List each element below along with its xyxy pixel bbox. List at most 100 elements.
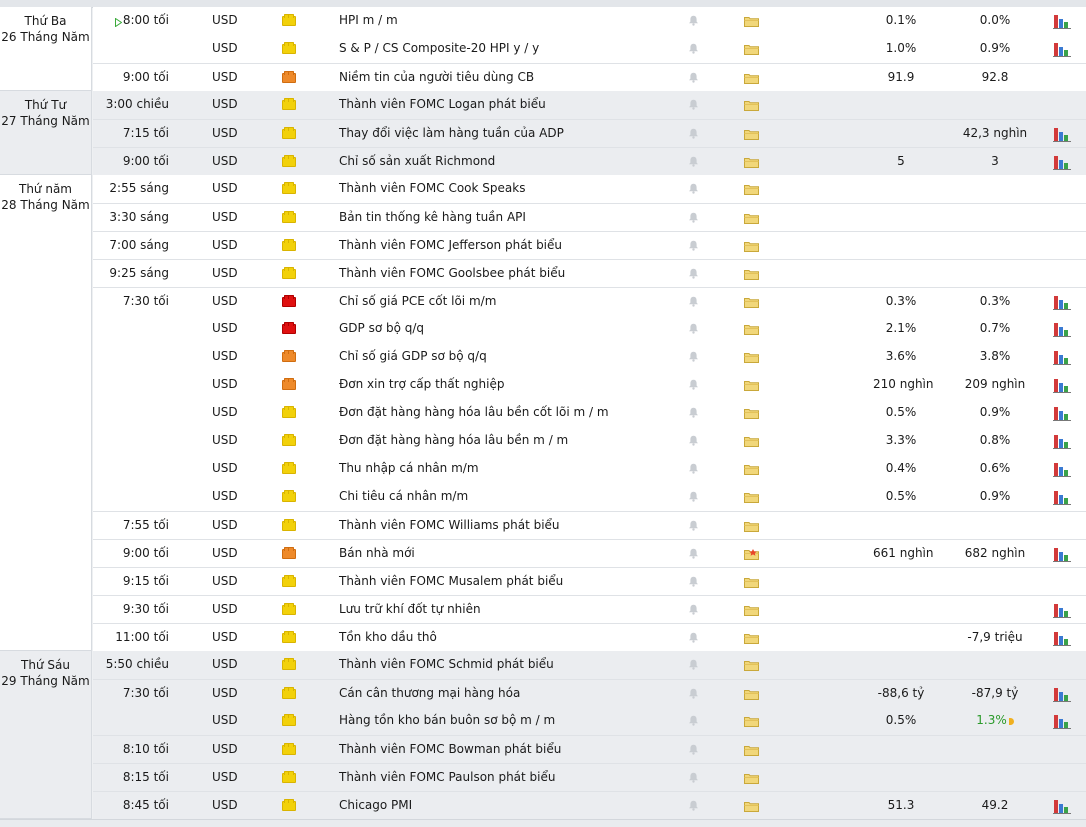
bar-chart-icon[interactable]: [1053, 798, 1071, 814]
event-row[interactable]: 9:00 tối USD Chỉ số sản xuất Richmond 5 3: [93, 147, 1086, 175]
folder-icon[interactable]: [744, 184, 759, 195]
event-title[interactable]: Hàng tồn kho bán buôn sơ bộ m / m: [339, 707, 555, 734]
event-title[interactable]: Thành viên FOMC Goolsbee phát biểu: [339, 260, 565, 287]
bell-icon[interactable]: [688, 688, 699, 699]
folder-icon[interactable]: [744, 492, 759, 503]
event-title[interactable]: Thành viên FOMC Williams phát biểu: [339, 512, 560, 539]
bar-chart-icon[interactable]: [1053, 349, 1071, 365]
folder-icon[interactable]: [744, 464, 759, 475]
event-title[interactable]: Đơn đặt hàng hàng hóa lâu bền cốt lõi m …: [339, 399, 609, 426]
event-title[interactable]: Bán nhà mới: [339, 540, 415, 567]
bell-icon[interactable]: [688, 212, 699, 223]
folder-icon[interactable]: [744, 157, 759, 168]
event-title[interactable]: Đơn đặt hàng hàng hóa lâu bền m / m: [339, 427, 568, 454]
bell-icon[interactable]: [688, 351, 699, 362]
event-row[interactable]: 9:15 tối USD Thành viên FOMC Musalem phát …: [93, 567, 1086, 595]
event-row[interactable]: 2:55 sáng USD Thành viên FOMC Cook Speaks: [93, 175, 1086, 203]
folder-icon[interactable]: [744, 605, 759, 616]
bar-chart-icon[interactable]: [1053, 377, 1071, 393]
event-title[interactable]: Thành viên FOMC Cook Speaks: [339, 175, 525, 202]
event-row[interactable]: 9:25 sáng USD Thành viên FOMC Goolsbee phá…: [93, 259, 1086, 287]
folder-icon[interactable]: [744, 213, 759, 224]
folder-icon[interactable]: [744, 689, 759, 700]
event-title[interactable]: GDP sơ bộ q/q: [339, 315, 424, 342]
event-title[interactable]: Thành viên FOMC Paulson phát biểu: [339, 764, 556, 791]
event-title[interactable]: Chỉ số giá GDP sơ bộ q/q: [339, 343, 487, 370]
folder-icon[interactable]: [744, 745, 759, 756]
event-title[interactable]: Đơn xin trợ cấp thất nghiệp: [339, 371, 504, 398]
bell-icon[interactable]: [688, 548, 699, 559]
bell-icon[interactable]: [688, 379, 699, 390]
event-title[interactable]: Chicago PMI: [339, 792, 412, 819]
bell-icon[interactable]: [688, 715, 699, 726]
event-row[interactable]: USD GDP sơ bộ q/q 2.1% 0.7%: [93, 315, 1086, 343]
event-row[interactable]: 7:00 sáng USD Thành viên FOMC Jefferson ph…: [93, 231, 1086, 259]
event-title[interactable]: Chỉ số giá PCE cốt lõi m/m: [339, 288, 496, 315]
folder-icon[interactable]: [744, 436, 759, 447]
event-row[interactable]: 9:00 tối USD Bán nhà mới 661 nghìn 682 nghìn: [93, 539, 1086, 567]
folder-icon[interactable]: [744, 129, 759, 140]
event-title[interactable]: Chi tiêu cá nhân m/m: [339, 483, 468, 510]
folder-icon[interactable]: [744, 44, 759, 55]
event-row[interactable]: 8:45 tối USD Chicago PMI 51.3 49.2: [93, 791, 1086, 819]
event-row[interactable]: 7:30 tối USD Chỉ số giá PCE cốt lõi m/m 0.3…: [93, 287, 1086, 315]
bar-chart-icon[interactable]: [1053, 321, 1071, 337]
folder-icon[interactable]: [744, 633, 759, 644]
folder-icon[interactable]: [744, 716, 759, 727]
event-title[interactable]: Thành viên FOMC Musalem phát biểu: [339, 568, 563, 595]
event-row[interactable]: 8:10 tối USD Thành viên FOMC Bowman phát b…: [93, 735, 1086, 763]
event-title[interactable]: Bản tin thống kê hàng tuần API: [339, 204, 526, 231]
event-title[interactable]: Thành viên FOMC Logan phát biểu: [339, 91, 546, 118]
bar-chart-icon[interactable]: [1053, 405, 1071, 421]
bar-chart-icon[interactable]: [1053, 294, 1071, 310]
bell-icon[interactable]: [688, 632, 699, 643]
folder-icon[interactable]: [744, 801, 759, 812]
bell-icon[interactable]: [688, 576, 699, 587]
bell-icon[interactable]: [688, 72, 699, 83]
event-title[interactable]: Thu nhập cá nhân m/m: [339, 455, 479, 482]
event-title[interactable]: Thay đổi việc làm hàng tuần của ADP: [339, 120, 564, 147]
bell-icon[interactable]: [688, 407, 699, 418]
event-row[interactable]: 11:00 tối USD Tồn kho dầu thô -7,9 triệu: [93, 623, 1086, 651]
bar-chart-icon[interactable]: [1053, 154, 1071, 170]
bell-icon[interactable]: [688, 463, 699, 474]
bar-chart-icon[interactable]: [1053, 41, 1071, 57]
event-row[interactable]: USD Đơn đặt hàng hàng hóa lâu bền m / m 3.…: [93, 427, 1086, 455]
event-title[interactable]: Thành viên FOMC Jefferson phát biểu: [339, 232, 562, 259]
bar-chart-icon[interactable]: [1053, 602, 1071, 618]
bar-chart-icon[interactable]: [1053, 126, 1071, 142]
bell-icon[interactable]: [688, 323, 699, 334]
bell-icon[interactable]: [688, 128, 699, 139]
event-row[interactable]: USD Đơn xin trợ cấp thất nghiệp 210 nghìn 2…: [93, 371, 1086, 399]
folder-icon[interactable]: [744, 73, 759, 84]
bell-icon[interactable]: [688, 491, 699, 502]
folder-icon[interactable]: [744, 297, 759, 308]
bell-icon[interactable]: [688, 435, 699, 446]
folder-icon[interactable]: [744, 577, 759, 588]
bell-icon[interactable]: [688, 604, 699, 615]
bell-icon[interactable]: [688, 772, 699, 783]
bar-chart-icon[interactable]: [1053, 713, 1071, 729]
event-title[interactable]: S & P / CS Composite-20 HPI y / y: [339, 35, 539, 62]
bell-icon[interactable]: [688, 296, 699, 307]
event-row[interactable]: 9:30 tối USD Lưu trữ khí đốt tự nhiên: [93, 595, 1086, 623]
event-row[interactable]: USD Hàng tồn kho bán buôn sơ bộ m / m 0.5%…: [93, 707, 1086, 735]
bar-chart-icon[interactable]: [1053, 686, 1071, 702]
folder-icon[interactable]: [744, 241, 759, 252]
folder-icon[interactable]: [744, 100, 759, 111]
event-row[interactable]: 3:00 chiều USD Thành viên FOMC Logan phát …: [93, 91, 1086, 119]
event-row[interactable]: 8:15 tối USD Thành viên FOMC Paulson phát …: [93, 763, 1086, 791]
bell-icon[interactable]: [688, 156, 699, 167]
event-row[interactable]: 5:50 chiều USD Thành viên FOMC Schmid phát…: [93, 651, 1086, 679]
bar-chart-icon[interactable]: [1053, 630, 1071, 646]
folder-icon[interactable]: [744, 521, 759, 532]
bell-icon[interactable]: [688, 43, 699, 54]
bell-icon[interactable]: [688, 268, 699, 279]
event-title[interactable]: Niềm tin của người tiêu dùng CB: [339, 64, 534, 91]
bar-chart-icon[interactable]: [1053, 461, 1071, 477]
event-row[interactable]: 7:15 tối USD Thay đổi việc làm hàng tuần c…: [93, 119, 1086, 147]
bar-chart-icon[interactable]: [1053, 13, 1071, 29]
bell-icon[interactable]: [688, 99, 699, 110]
event-title[interactable]: HPI m / m: [339, 7, 398, 34]
folder-icon[interactable]: [744, 269, 759, 280]
